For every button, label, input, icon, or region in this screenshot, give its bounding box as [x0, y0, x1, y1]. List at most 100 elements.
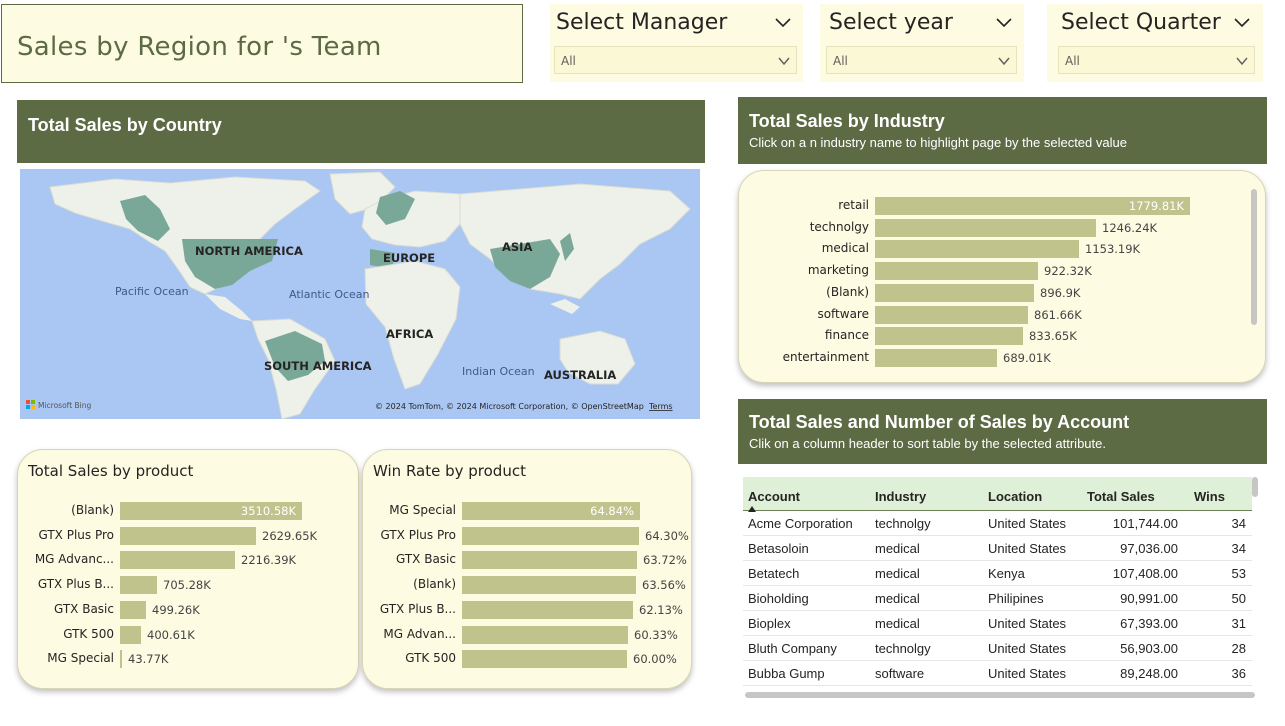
product-sales-bar[interactable]	[120, 650, 122, 669]
product-sales-category-label[interactable]: MG Special	[47, 651, 114, 665]
industry-category-label[interactable]: retail	[838, 198, 869, 212]
table-row[interactable]: Acme Corporation technolgy United States 10…	[743, 511, 1252, 536]
win-rate-category-label[interactable]: MG Advan...	[383, 627, 456, 641]
industry-bar[interactable]	[875, 305, 1028, 324]
industry-category-label[interactable]: marketing	[808, 263, 869, 277]
product-sales-bar[interactable]	[120, 576, 157, 595]
product-sales-bar-row[interactable]: MG Special 43.77K	[47, 650, 302, 669]
country-map[interactable]: NORTH AMERICA EUROPE ASIA AFRICA SOUTH A…	[20, 169, 700, 419]
win-rate-bar-row[interactable]: GTX Plus Pro 64.30%	[380, 526, 689, 545]
win-rate-bar[interactable]	[462, 600, 633, 619]
industry-category-label[interactable]: technolgy	[810, 220, 869, 234]
product-sales-bar-chart[interactable]: (Blank) 3510.58K GTX Plus Pro 2629.65K MG Ad…	[35, 502, 340, 682]
industry-bar[interactable]	[875, 240, 1079, 259]
product-sales-bar[interactable]	[120, 526, 256, 545]
cell-location: United States	[988, 516, 1067, 531]
product-sales-bar-row[interactable]: GTX Plus B... 705.28K	[38, 576, 302, 595]
win-rate-bar-row[interactable]: GTX Basic 63.72%	[396, 551, 687, 570]
industry-bar[interactable]	[875, 348, 997, 367]
industry-bar[interactable]	[875, 218, 1096, 237]
product-sales-category-label[interactable]: GTK 500	[63, 627, 114, 641]
quarter-slicer[interactable]: Select Quarter All	[1047, 4, 1263, 82]
product-sales-category-label[interactable]: GTX Plus B...	[38, 577, 114, 591]
win-rate-category-label[interactable]: GTX Basic	[396, 552, 456, 566]
product-sales-bar[interactable]	[120, 600, 146, 619]
year-slicer[interactable]: Select year All	[820, 4, 1024, 82]
win-rate-panel[interactable]: Win Rate by product MG Special 64.84% GTX …	[362, 449, 692, 689]
world-map[interactable]: NORTH AMERICA EUROPE ASIA AFRICA SOUTH A…	[20, 169, 700, 419]
industry-category-label[interactable]: medical	[822, 241, 869, 255]
industry-bar-row[interactable]: retail 1779.81K	[838, 197, 1190, 215]
win-rate-bar[interactable]	[462, 576, 636, 595]
win-rate-bar-row[interactable]: MG Advan... 60.33%	[383, 625, 678, 644]
industry-category-label[interactable]: entertainment	[783, 350, 869, 364]
win-rate-bar[interactable]	[462, 650, 627, 669]
win-rate-bar[interactable]	[462, 625, 628, 644]
win-rate-category-label[interactable]: GTX Plus B...	[380, 602, 456, 616]
industry-bar[interactable]	[875, 283, 1034, 302]
manager-dropdown[interactable]: All	[554, 46, 797, 74]
product-sales-bar-row[interactable]: GTK 500 400.61K	[63, 625, 302, 644]
win-rate-bar-row[interactable]: (Blank) 63.56%	[413, 576, 686, 595]
column-header-account[interactable]: Account	[748, 489, 800, 504]
product-sales-bar-row[interactable]: MG Advanc... 2216.39K	[35, 551, 302, 570]
product-sales-bar-row[interactable]: GTX Plus Pro 2629.65K	[38, 526, 317, 545]
product-sales-panel[interactable]: Total Sales by product (Blank) 3510.58K GT…	[17, 449, 359, 689]
industry-bar-row[interactable]: marketing 922.32K	[808, 262, 1190, 281]
column-header-location[interactable]: Location	[988, 489, 1042, 504]
cell-total-sales: 89,248.00	[1120, 666, 1178, 681]
table-row[interactable]: Betasoloin medical United States 97,036.00 3…	[743, 536, 1252, 561]
industry-chart-panel[interactable]: retail 1779.81K technolgy 1246.24K medical 11…	[738, 170, 1266, 383]
chevron-down-icon	[778, 57, 790, 66]
product-sales-category-label[interactable]: GTX Plus Pro	[38, 528, 114, 542]
table-row[interactable]: Bluth Company technolgy United States 56,90…	[743, 636, 1252, 661]
product-sales-bar-row[interactable]: GTX Basic 499.26K	[54, 600, 302, 619]
chevron-down-icon[interactable]	[996, 14, 1012, 30]
industry-bar-row[interactable]: entertainment 689.01K	[783, 348, 1190, 367]
industry-bar[interactable]	[875, 262, 1038, 281]
industry-scrollbar[interactable]	[1251, 189, 1257, 325]
industry-category-label[interactable]: software	[817, 307, 869, 321]
table-row[interactable]: Bubba Gump software United States 89,248.00…	[743, 661, 1252, 686]
win-rate-bar-row[interactable]: MG Special 64.84%	[389, 502, 640, 520]
table-vertical-scrollbar[interactable]	[1252, 477, 1258, 497]
win-rate-bar-row[interactable]: GTX Plus B... 62.13%	[380, 600, 683, 619]
industry-category-label[interactable]: finance	[825, 328, 869, 342]
column-header-industry[interactable]: Industry	[875, 489, 926, 504]
industry-category-label[interactable]: (Blank)	[826, 285, 869, 299]
column-header-wins[interactable]: Wins	[1194, 489, 1225, 504]
table-row[interactable]: Bioplex medical United States 67,393.00 31	[743, 611, 1252, 636]
chevron-down-icon[interactable]	[775, 14, 791, 30]
product-sales-category-label[interactable]: (Blank)	[71, 503, 114, 517]
win-rate-bar-chart[interactable]: MG Special 64.84% GTX Plus Pro 64.30% GTX Ba…	[380, 502, 689, 682]
win-rate-bar[interactable]	[462, 526, 639, 545]
win-rate-bar[interactable]	[462, 551, 637, 570]
manager-slicer[interactable]: Select Manager All	[550, 4, 803, 82]
industry-bar-row[interactable]: medical 1153.19K	[822, 240, 1190, 259]
table-row[interactable]: Betatech medical Kenya 107,408.00 53	[743, 561, 1252, 586]
column-header-total-sales[interactable]: Total Sales	[1087, 489, 1155, 504]
table-row[interactable]: Bioholding medical Philipines 90,991.00 50	[743, 586, 1252, 611]
industry-bar-row[interactable]: software 861.66K	[817, 305, 1190, 324]
table-horizontal-scrollbar[interactable]	[745, 692, 1255, 698]
product-sales-bar-row[interactable]: (Blank) 3510.58K	[71, 502, 302, 520]
chevron-down-icon[interactable]	[1234, 14, 1250, 30]
win-rate-category-label[interactable]: MG Special	[389, 503, 456, 517]
product-sales-bar[interactable]	[120, 625, 141, 644]
industry-bar-row[interactable]: finance 833.65K	[825, 327, 1190, 346]
quarter-dropdown[interactable]: All	[1058, 46, 1255, 74]
win-rate-category-label[interactable]: GTX Plus Pro	[380, 528, 456, 542]
industry-bar[interactable]	[875, 327, 1023, 346]
industry-bar-row[interactable]: technolgy 1246.24K	[810, 218, 1190, 237]
win-rate-bar-row[interactable]: GTK 500 60.00%	[405, 650, 677, 669]
map-terms-link[interactable]: Terms	[648, 402, 673, 411]
win-rate-category-label[interactable]: (Blank)	[413, 577, 456, 591]
industry-bar-row[interactable]: (Blank) 896.9K	[826, 283, 1190, 302]
accounts-table[interactable]: Account Industry Location Total Sales Wi…	[738, 470, 1266, 704]
product-sales-category-label[interactable]: MG Advanc...	[35, 552, 114, 566]
win-rate-category-label[interactable]: GTK 500	[405, 651, 456, 665]
year-dropdown[interactable]: All	[826, 46, 1017, 74]
product-sales-category-label[interactable]: GTX Basic	[54, 602, 114, 616]
industry-bar-chart[interactable]: retail 1779.81K technolgy 1246.24K medical 11…	[783, 197, 1195, 372]
product-sales-bar[interactable]	[120, 551, 235, 570]
